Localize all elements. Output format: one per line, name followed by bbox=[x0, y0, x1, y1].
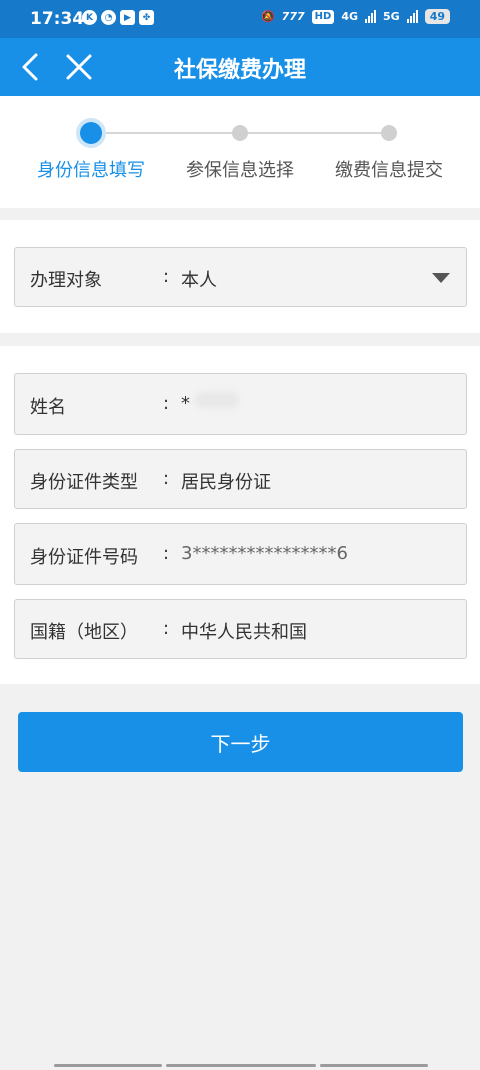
field-colon: : bbox=[163, 543, 170, 564]
step-dot-3 bbox=[381, 125, 397, 141]
fan-app-icon: ✤ bbox=[139, 10, 154, 25]
hd-badge: HD bbox=[311, 9, 335, 24]
gesture-bar bbox=[54, 1064, 162, 1067]
id-number-value: 3****************6 bbox=[181, 543, 348, 564]
nav-bar: 社保缴费办理 bbox=[0, 38, 480, 96]
id-type-label: 身份证件类型 bbox=[30, 472, 138, 493]
status-right: 🔕 777 HD 4G 5G 49 bbox=[261, 9, 450, 24]
signal-bars-icon bbox=[406, 10, 418, 23]
target-select[interactable]: 办理对象 : 本人 bbox=[14, 247, 467, 307]
notification-icons: K ◔ ▶ ✤ bbox=[82, 10, 154, 25]
step-label-1: 身份信息填写 bbox=[37, 160, 145, 181]
gesture-bar bbox=[320, 1064, 428, 1067]
id-type-field: 身份证件类型 : 居民身份证 bbox=[14, 449, 467, 509]
progress-steps: 身份信息填写 参保信息选择 缴费信息提交 bbox=[0, 96, 480, 208]
target-value: 本人 bbox=[181, 270, 217, 291]
play-app-icon: ▶ bbox=[120, 10, 135, 25]
nationality-value: 中华人民共和国 bbox=[181, 622, 307, 643]
gesture-bar bbox=[166, 1064, 316, 1067]
name-value: * bbox=[181, 393, 190, 414]
field-colon: : bbox=[163, 266, 170, 287]
mute-bell-icon: 🔕 bbox=[260, 10, 275, 23]
signal-4g-label: 4G bbox=[341, 10, 358, 23]
battery-icon: 49 bbox=[424, 9, 450, 24]
field-colon: : bbox=[163, 618, 170, 639]
k-app-icon: K bbox=[82, 10, 97, 25]
step-connector bbox=[91, 132, 239, 134]
page-title: 社保缴费办理 bbox=[173, 58, 306, 83]
clock-app-icon: ◔ bbox=[101, 10, 116, 25]
dropdown-caret-icon bbox=[432, 273, 450, 283]
nationality-label: 国籍（地区） bbox=[30, 622, 138, 643]
name-label: 姓名 bbox=[30, 397, 66, 418]
field-colon: : bbox=[163, 393, 170, 414]
id-number-label: 身份证件号码 bbox=[30, 547, 138, 568]
step-dot-1 bbox=[80, 122, 102, 144]
redaction-blur bbox=[195, 392, 239, 408]
id-number-field: 身份证件号码 : 3****************6 bbox=[14, 523, 467, 585]
next-step-button[interactable]: 下一步 bbox=[18, 712, 463, 772]
step-dot-2 bbox=[232, 125, 248, 141]
step-label-2: 参保信息选择 bbox=[186, 160, 294, 181]
name-field: 姓名 : * bbox=[14, 373, 467, 435]
target-section: 办理对象 : 本人 bbox=[0, 220, 480, 333]
step-label-3: 缴费信息提交 bbox=[335, 160, 443, 181]
vibrate-icon: 777 bbox=[281, 10, 305, 23]
id-type-value: 居民身份证 bbox=[181, 472, 271, 493]
status-bar: 17:34 K ◔ ▶ ✤ 🔕 777 HD 4G 5G 49 bbox=[0, 0, 480, 38]
target-label: 办理对象 bbox=[30, 270, 102, 291]
signal-bars-icon bbox=[365, 10, 376, 23]
field-colon: : bbox=[163, 468, 170, 489]
nationality-field: 国籍（地区） : 中华人民共和国 bbox=[14, 599, 467, 659]
identity-section: 姓名 : * 身份证件类型 : 居民身份证 身份证件号码 : 3********… bbox=[0, 346, 480, 684]
status-time: 17:34 bbox=[30, 9, 85, 29]
step-connector bbox=[240, 132, 389, 134]
signal-5g-label: 5G bbox=[383, 10, 400, 23]
